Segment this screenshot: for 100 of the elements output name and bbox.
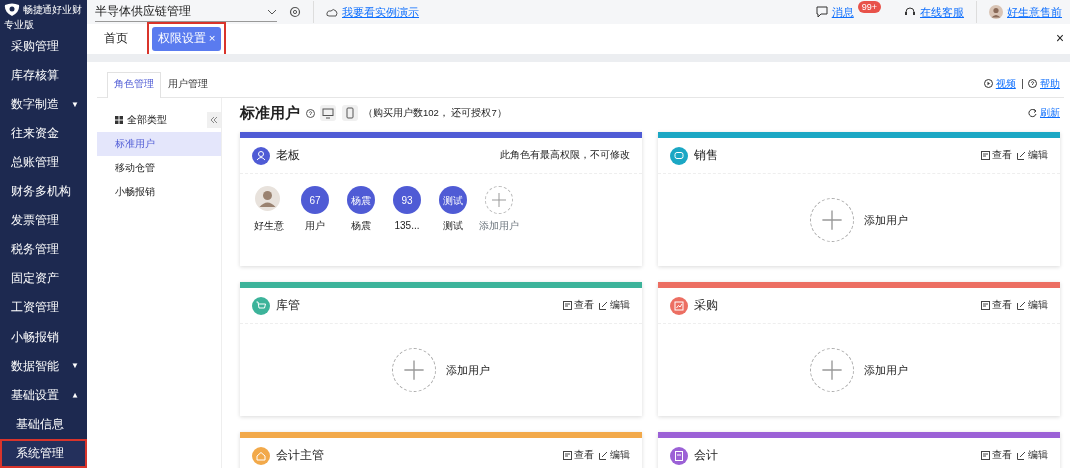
- role-type-item[interactable]: 全部类型: [97, 108, 207, 132]
- edit-button[interactable]: 编辑: [1017, 148, 1048, 163]
- view-button[interactable]: 查看: [980, 148, 1012, 163]
- workspace-select[interactable]: 半导体供应链管理: [95, 2, 277, 22]
- license-info: （购买用户数102， 还可授权7）: [363, 105, 507, 120]
- pencil-icon: [599, 451, 608, 460]
- role-name: 会计主管: [275, 447, 324, 463]
- sidebar-item[interactable]: 税务管理: [0, 235, 87, 265]
- sub-tab[interactable]: 用户管理: [161, 71, 215, 97]
- view-button[interactable]: 查看: [562, 448, 594, 463]
- video-link[interactable]: 视频: [984, 76, 1016, 91]
- plus-icon: [403, 359, 425, 381]
- avatar-icon: [255, 186, 283, 214]
- sidebar-item[interactable]: 财务多机构: [0, 177, 87, 207]
- document-icon: [980, 151, 990, 160]
- play-icon: [984, 79, 993, 89]
- role-name: 采购: [693, 297, 718, 313]
- member-name: 好生意: [254, 219, 284, 233]
- plus-icon: [491, 192, 507, 208]
- role-name: 老板: [275, 147, 300, 163]
- role-type-item[interactable]: 小畅报销: [97, 180, 221, 204]
- role-type-item[interactable]: 标准用户: [97, 132, 221, 156]
- close-all-button[interactable]: ×: [1055, 28, 1064, 50]
- sidebar-item[interactable]: 往来资金: [0, 119, 87, 149]
- user-avatar: 93: [393, 186, 421, 214]
- member-name: 135...: [394, 219, 420, 233]
- user-avatar: 杨震: [347, 186, 375, 214]
- sub-tab[interactable]: 角色管理: [107, 71, 161, 98]
- pencil-icon: [599, 301, 608, 310]
- sidebar-item[interactable]: 数字制造 ▼: [0, 90, 87, 120]
- help-icon: [1028, 79, 1038, 89]
- sidebar-item[interactable]: 基础信息: [0, 409, 87, 439]
- logo-icon: [4, 3, 20, 18]
- document-icon: [562, 451, 572, 460]
- desktop-icon[interactable]: [320, 105, 336, 121]
- add-user-label: 添加用户: [446, 362, 490, 378]
- collapse-button[interactable]: [207, 112, 221, 128]
- pencil-icon: [1017, 301, 1026, 310]
- add-user-button[interactable]: [485, 186, 513, 214]
- add-user-label: 添加用户: [864, 212, 908, 228]
- edition-label: 专业版: [4, 18, 35, 33]
- avatar-icon: [989, 5, 1003, 19]
- role-name: 库管: [275, 297, 300, 313]
- plus-icon: [821, 209, 843, 231]
- brand-name: 畅捷通好业财: [23, 3, 82, 17]
- pencil-icon: [1017, 451, 1026, 460]
- support-link[interactable]: 在线客服: [904, 3, 964, 21]
- document-icon: [980, 301, 990, 310]
- role-name: 会计: [693, 447, 718, 463]
- sidebar-item[interactable]: 采购管理: [0, 32, 87, 62]
- settings-icon[interactable]: [289, 6, 301, 18]
- count-badge: 99+: [857, 1, 881, 13]
- sidebar-item[interactable]: 固定资产: [0, 264, 87, 294]
- caret-down-icon: ▼: [71, 98, 79, 111]
- member-name: 测试: [443, 219, 463, 233]
- caret-up-icon: ▼: [71, 389, 79, 402]
- pencil-icon: [1017, 151, 1026, 160]
- sidebar-item[interactable]: 总账管理: [0, 148, 87, 178]
- view-button[interactable]: 查看: [980, 448, 1012, 463]
- chevron-down-icon: [267, 8, 277, 15]
- sidebar-item[interactable]: 小畅报销: [0, 322, 87, 352]
- view-button[interactable]: 查看: [980, 298, 1012, 313]
- sidebar-item[interactable]: 工资管理: [0, 293, 87, 323]
- role-note: 此角色有最高权限，不可修改: [500, 148, 630, 163]
- grid-icon: [115, 116, 123, 124]
- sidebar-item[interactable]: 系统管理: [0, 438, 87, 468]
- demo-link[interactable]: 我要看实例演示: [326, 3, 419, 21]
- document-icon: [562, 301, 572, 310]
- chat-icon: [815, 6, 828, 18]
- sidebar-item[interactable]: 数据智能 ▼: [0, 351, 87, 381]
- page-tab[interactable]: 首页: [98, 27, 134, 51]
- view-button[interactable]: 查看: [562, 298, 594, 313]
- cloud-icon: [326, 7, 338, 17]
- sidebar-item[interactable]: 库存核算: [0, 61, 87, 91]
- mobile-icon[interactable]: [341, 105, 358, 121]
- add-user-label: 添加用户: [479, 219, 519, 233]
- page-title: 标准用户: [240, 102, 300, 123]
- add-user-label: 添加用户: [864, 362, 908, 378]
- help-icon[interactable]: [305, 108, 315, 118]
- plus-icon: [821, 359, 843, 381]
- refresh-icon: [1028, 108, 1038, 118]
- refresh-link[interactable]: 刷新: [1028, 105, 1060, 121]
- edit-button[interactable]: 编辑: [599, 448, 630, 463]
- role-type-item[interactable]: 移动仓管: [97, 156, 221, 180]
- edit-button[interactable]: 编辑: [1017, 298, 1048, 313]
- edit-button[interactable]: 编辑: [1017, 448, 1048, 463]
- page-tab[interactable]: 权限设置 ×: [152, 27, 222, 51]
- help-link[interactable]: 帮助: [1028, 76, 1060, 91]
- role-name: 销售: [693, 147, 718, 163]
- sidebar-item[interactable]: 基础设置 ▼: [0, 380, 87, 410]
- headset-icon: [904, 6, 916, 18]
- sidebar-item[interactable]: 发票管理: [0, 206, 87, 236]
- member-name: 杨震: [351, 219, 371, 233]
- edit-button[interactable]: 编辑: [599, 298, 630, 313]
- document-icon: [980, 451, 990, 460]
- user-avatar: 测试: [439, 186, 467, 214]
- member-name: 用户: [305, 219, 325, 233]
- caret-down-icon: ▼: [71, 360, 79, 373]
- user-avatar: 67: [301, 186, 329, 214]
- double-chevron-icon: [210, 116, 218, 124]
